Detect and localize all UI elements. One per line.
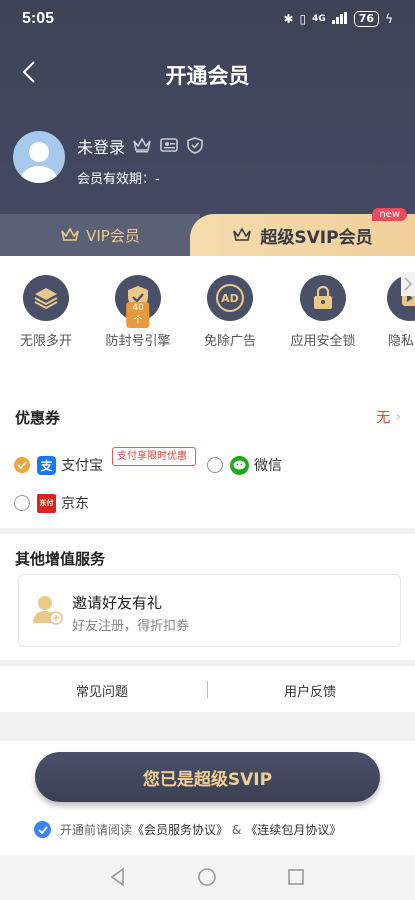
invite-friends-card[interactable]: 邀请好友有礼 好友注册，得折扣券 [18, 574, 401, 647]
new-badge: new [372, 208, 407, 221]
other-services-title: 其他增值服务 [15, 550, 106, 568]
chevron-right-icon: › [395, 409, 401, 425]
jd-pay-icon: 东付 [37, 493, 56, 513]
tab-vip-label: VIP会员 [86, 226, 140, 245]
promo-tag: 支付享限时优惠 [112, 447, 196, 466]
crown-icon [233, 227, 252, 241]
shield-check-icon: 40个 [115, 275, 161, 328]
tab-svip-label: 超级SVIP会员 [260, 227, 373, 248]
feedback-link[interactable]: 用户反馈 [284, 681, 336, 700]
status-bar: 5:05 ✱ ▯ 4G 76 ϟ [0, 0, 415, 40]
feature-label: 无限多开 [19, 334, 72, 349]
network-label: 4G [312, 14, 326, 24]
id-card-icon [160, 138, 178, 152]
membership-validity: 会员有效期：- [77, 172, 160, 187]
feature-item[interactable]: 无限多开 [6, 275, 86, 349]
user-name[interactable]: 未登录 [77, 134, 125, 158]
pay-option-alipay[interactable]: 支 支付宝 [14, 455, 103, 475]
avatar[interactable] [13, 131, 65, 183]
feature-label: 应用安全锁 [290, 334, 356, 349]
invite-title: 邀请好友有礼 [72, 594, 163, 612]
status-icons: ✱ ▯ 4G 76 ϟ [283, 11, 393, 27]
system-nav-bar [0, 855, 415, 900]
pay-label: 京东 [61, 496, 89, 512]
feature-label: 免除广告 [203, 334, 256, 349]
scroll-right-icon[interactable] [401, 272, 415, 296]
feature-label: 防封号引擎 [105, 334, 171, 349]
feature-item[interactable]: 应用安全锁 [283, 275, 363, 349]
nav-back-icon[interactable] [108, 867, 128, 887]
status-time: 5:05 [22, 10, 55, 27]
privilege-list[interactable]: 无限多开 40个 防封号引擎 AD 免除广告 应用安全锁 隐私 [0, 275, 415, 355]
invite-user-icon [33, 596, 63, 625]
radio-selected[interactable] [14, 457, 30, 473]
shield-icon [187, 137, 203, 154]
pay-label: 微信 [254, 458, 282, 474]
member-service-agreement-link[interactable]: 《会员服务协议》 [132, 821, 228, 838]
monthly-subscription-agreement-link[interactable]: 《连续包月协议》 [245, 821, 341, 838]
lock-icon [300, 275, 346, 321]
agreement-separator: & [232, 822, 242, 837]
crown-icon [61, 227, 79, 241]
feature-label: 隐私 [388, 334, 415, 349]
feature-tag: 40个 [126, 302, 150, 328]
feature-item[interactable]: 40个 防封号引擎 [98, 275, 178, 349]
nav-recents-icon[interactable] [286, 867, 306, 887]
agreement-prefix: 开通前请阅读 [60, 823, 133, 837]
vibrate-icon: ▯ [299, 12, 307, 26]
user-badges [133, 137, 203, 154]
divider [207, 681, 208, 698]
crown-icon [133, 137, 151, 153]
page-title: 开通会员 [165, 64, 250, 88]
wechat-icon [230, 455, 249, 475]
feature-item[interactable]: AD 免除广告 [190, 275, 270, 349]
charging-icon: ϟ [385, 12, 393, 26]
radio-unselected[interactable] [14, 495, 30, 511]
agreement-row: 开通前请阅读 《会员服务协议》 & 《连续包月协议》 [34, 821, 341, 838]
coupon-title: 优惠券 [15, 409, 61, 427]
radio-unselected[interactable] [207, 457, 223, 473]
battery-level: 76 [353, 11, 380, 27]
signal-icon [331, 11, 348, 27]
faq-link[interactable]: 常见问题 [76, 681, 128, 700]
pay-option-wechat[interactable]: 微信 [207, 455, 282, 475]
tab-vip[interactable]: VIP会员 [0, 214, 200, 256]
pay-label: 支付宝 [61, 458, 103, 474]
user-silhouette-icon [21, 142, 57, 183]
pay-option-jd[interactable]: 东付 京东 [14, 493, 89, 513]
agreement-checkbox[interactable] [34, 821, 51, 838]
tab-svip[interactable]: 超级SVIP会员 new [190, 208, 415, 256]
membership-tabs: VIP会员 超级SVIP会员 new [0, 208, 415, 256]
coupon-selector[interactable]: 无 › [376, 407, 401, 427]
ad-glyph: AD [216, 284, 244, 312]
nav-home-icon[interactable] [197, 867, 217, 887]
alipay-icon: 支 [37, 455, 56, 475]
svip-status-button[interactable]: 您已是超级SVIP [35, 752, 380, 802]
bluetooth-icon: ✱ [283, 12, 294, 26]
coupon-value: 无 [376, 410, 391, 426]
layers-icon [23, 275, 69, 321]
no-ad-icon: AD [207, 275, 253, 321]
invite-subtitle: 好友注册，得折扣券 [72, 619, 190, 634]
